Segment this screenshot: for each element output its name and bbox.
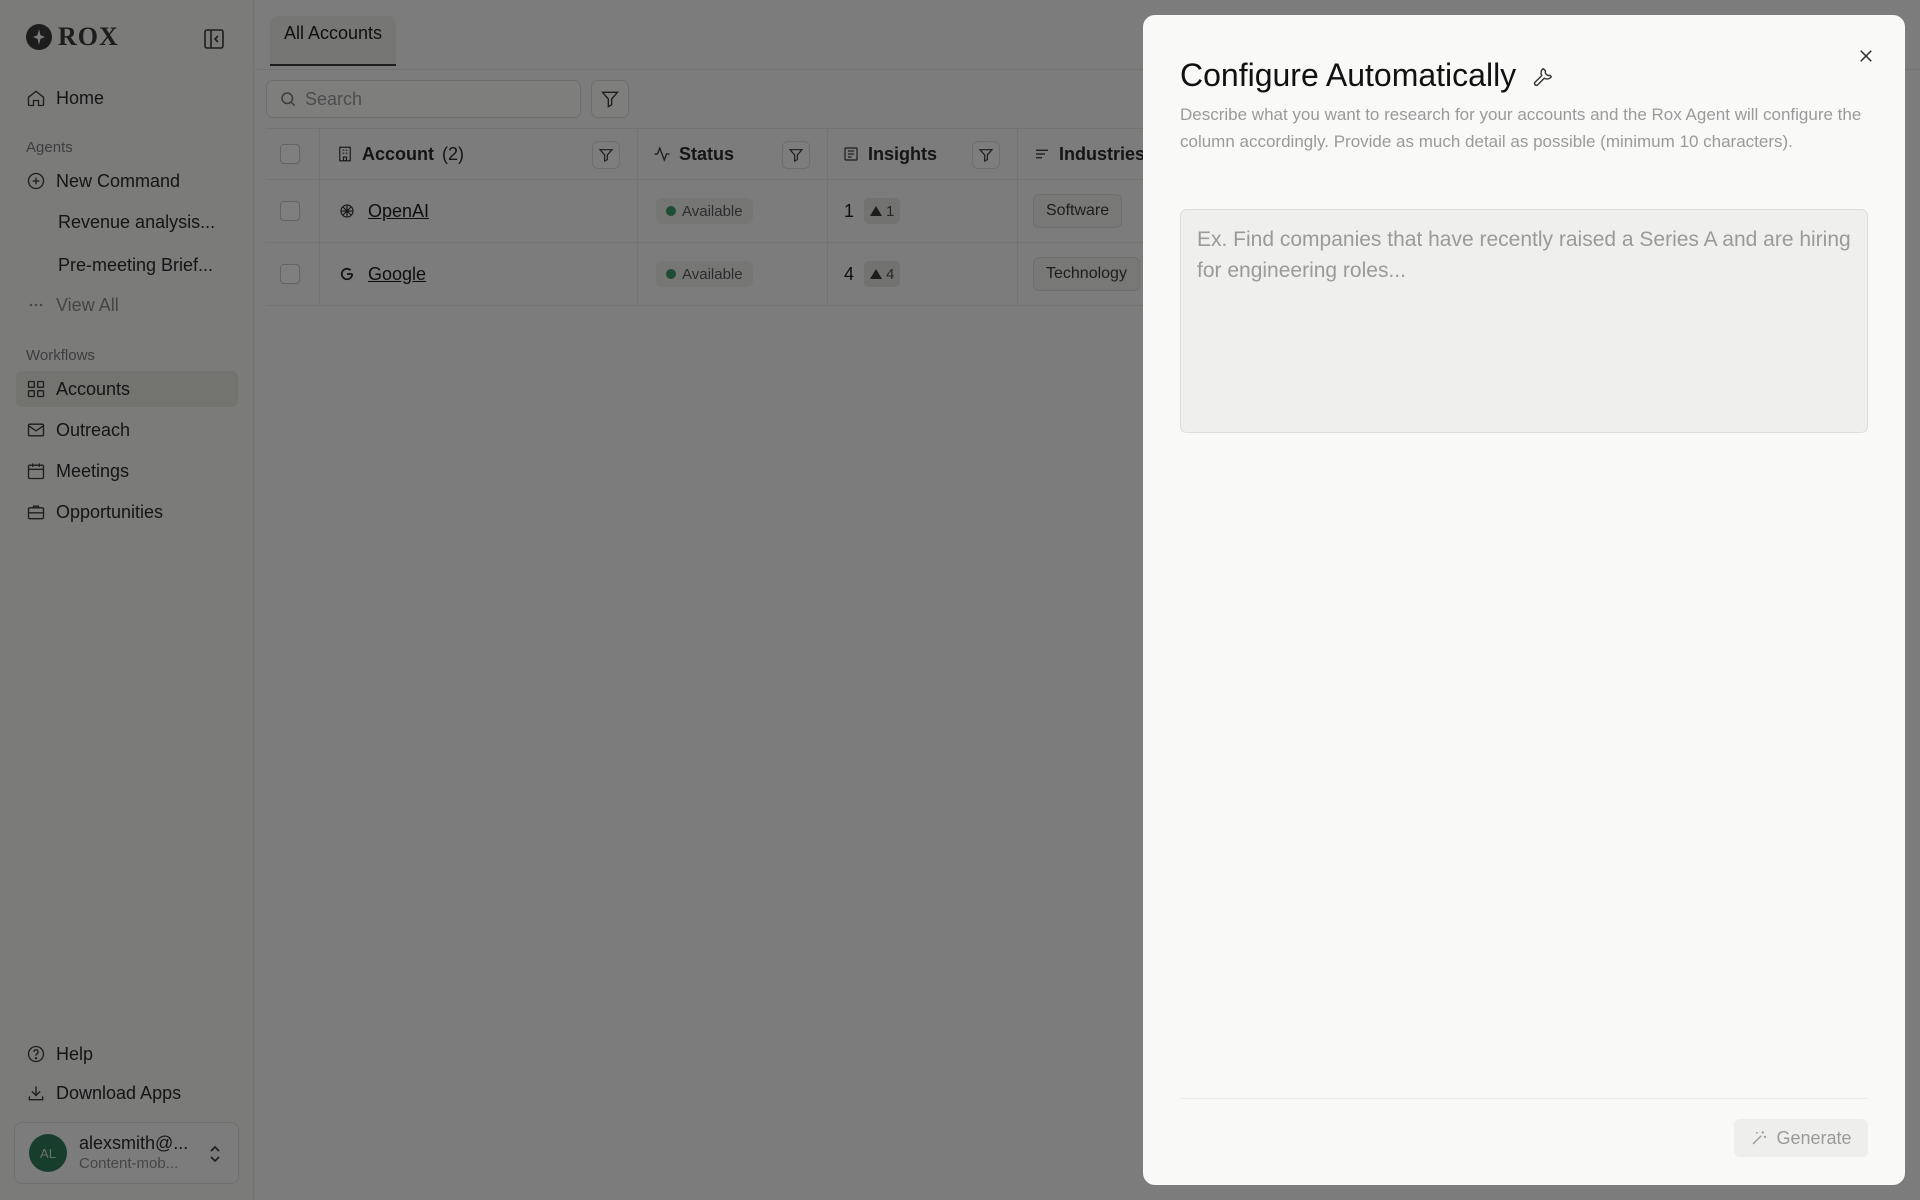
modal-description: Describe what you want to research for y… [1180, 105, 1862, 151]
close-button[interactable] [1853, 43, 1879, 69]
modal-title: Configure Automatically [1180, 57, 1554, 94]
magic-wand-icon [1752, 1131, 1767, 1145]
modal-divider [1180, 1098, 1868, 1099]
generate-label: Generate [1776, 1127, 1852, 1148]
modal-title-text: Configure Automatically [1180, 57, 1517, 93]
configure-modal: Configure Automatically Describe what yo… [1143, 15, 1905, 1185]
generate-button[interactable]: Generate [1734, 1119, 1868, 1157]
wrench-icon [1534, 67, 1553, 86]
research-prompt-placeholder: Ex. Find companies that have recently ra… [1197, 228, 1851, 282]
research-prompt-input[interactable]: Ex. Find companies that have recently ra… [1180, 209, 1868, 433]
close-icon [1860, 50, 1872, 62]
